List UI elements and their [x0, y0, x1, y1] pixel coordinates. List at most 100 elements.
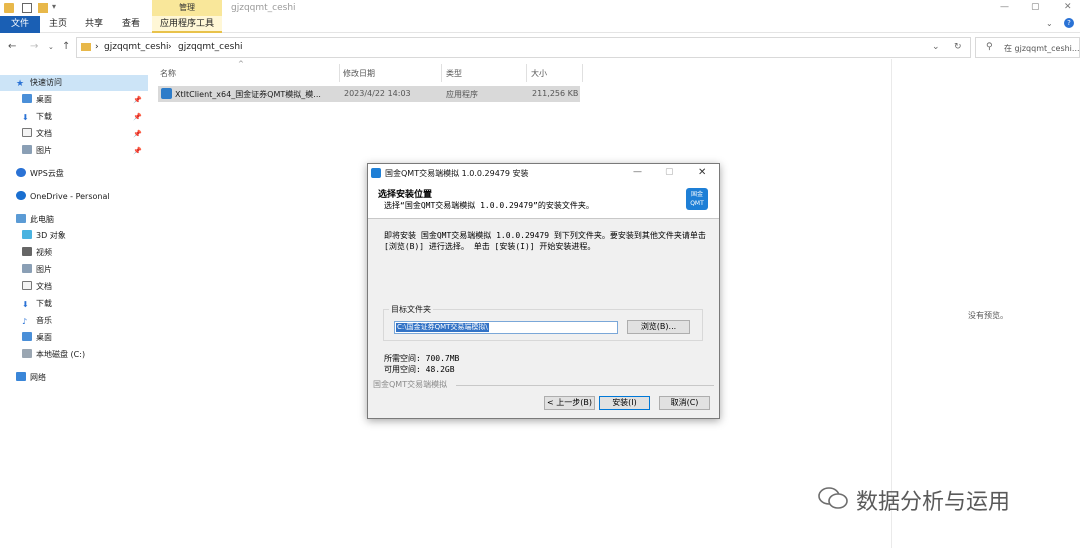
desktop-icon [22, 332, 32, 341]
nav-wps-cloud[interactable]: WPS云盘 [16, 166, 64, 182]
pin-icon[interactable]: 📌 [133, 126, 142, 142]
folder-icon[interactable] [4, 3, 14, 13]
recent-locations-icon[interactable]: ⌄ [48, 43, 54, 51]
tab-application-tools[interactable]: 应用程序工具 [152, 16, 222, 33]
up-icon[interactable]: ↑ [62, 41, 70, 52]
nav-label: 文档 [36, 282, 52, 291]
music-icon: ♪ [22, 317, 28, 326]
dialog-body-text: 即将安装 国金QMT交易端模拟 1.0.0.29479 到下列文件夹。要安装到其… [384, 231, 706, 251]
breadcrumb-separator: › [168, 42, 172, 52]
pin-icon[interactable]: 📌 [133, 109, 142, 125]
maximize-icon[interactable]: ▢ [1031, 2, 1040, 12]
nav-label: 3D 对象 [36, 231, 66, 240]
tab-home[interactable]: 主页 [44, 16, 72, 33]
address-bar[interactable]: › gjzqqmt_ceshi › gjzqqmt_ceshi ⌄ ↻ [76, 37, 971, 58]
minimize-icon[interactable]: — [1000, 2, 1009, 12]
collapse-ribbon-icon[interactable]: ⌄ [1046, 19, 1053, 28]
back-button[interactable]: < 上一步(B) [544, 396, 595, 410]
computer-icon [16, 214, 26, 223]
install-button[interactable]: 安装(I) [599, 396, 650, 410]
nav-network[interactable]: 网络 [16, 370, 46, 386]
pin-icon[interactable]: 📌 [133, 92, 142, 108]
network-icon [16, 372, 26, 381]
dialog-title: 国金QMT交易端模拟 1.0.0.29479 安装 [385, 169, 529, 178]
nav-item-pictures[interactable]: 图片 📌 [22, 143, 148, 159]
minimize-icon[interactable]: — [633, 167, 642, 177]
column-divider[interactable] [526, 64, 527, 82]
address-dropdown-icon[interactable]: ⌄ [932, 42, 940, 52]
navigation-pane: ★ 快速访问 桌面 📌 ⬇ 下载 📌 文档 📌 图片 📌 WPS云盘 OneDrive - … [0, 70, 148, 548]
dialog-title-bar: 国金QMT交易端模拟 1.0.0.29479 安装 — ▢ ✕ [368, 164, 719, 183]
nav-item-documents[interactable]: 文档 [22, 279, 52, 295]
forward-icon[interactable]: → [30, 41, 38, 52]
desktop-icon [22, 94, 32, 103]
nav-this-pc[interactable]: 此电脑 [16, 212, 54, 228]
tab-file[interactable]: 文件 [0, 16, 40, 33]
help-icon[interactable]: ? [1064, 18, 1074, 28]
browse-button[interactable]: 浏览(B)... [627, 320, 690, 334]
tab-view[interactable]: 查看 [117, 16, 145, 33]
breadcrumb-item[interactable]: gjzqqmt_ceshi [104, 42, 169, 52]
nav-item-pictures[interactable]: 图片 [22, 262, 52, 278]
column-divider[interactable] [441, 64, 442, 82]
column-name[interactable]: 名称 [160, 68, 176, 79]
column-size[interactable]: 大小 [531, 68, 547, 79]
tab-share[interactable]: 共享 [80, 16, 108, 33]
onedrive-icon [16, 191, 26, 200]
nav-label: 桌面 [36, 333, 52, 342]
nav-item-3d-objects[interactable]: 3D 对象 [22, 228, 66, 244]
nav-label: WPS云盘 [30, 169, 64, 178]
pictures-icon [22, 145, 32, 154]
nav-label: 桌面 [36, 95, 52, 104]
column-type[interactable]: 类型 [446, 68, 462, 79]
search-input[interactable]: 在 gjzqqmt_ceshi... [1004, 43, 1080, 54]
column-divider[interactable] [339, 64, 340, 82]
nav-item-documents[interactable]: 文档 📌 [22, 126, 148, 142]
divider [456, 385, 714, 386]
destination-path-value: C:\国金证券QMT交易端模拟\ [396, 323, 489, 332]
file-date: 2023/4/22 14:03 [344, 89, 411, 98]
customize-toolbar-icon[interactable]: ▾ [52, 2, 56, 11]
drive-icon [22, 349, 32, 358]
nav-label: 音乐 [36, 316, 52, 325]
column-date[interactable]: 修改日期 [343, 68, 375, 79]
pin-icon[interactable]: 📌 [133, 143, 142, 159]
refresh-icon[interactable]: ↻ [954, 42, 962, 52]
nav-label: 快速访问 [30, 78, 62, 87]
nav-item-downloads[interactable]: ⬇ 下载 📌 [22, 109, 148, 125]
nav-label: 文档 [36, 129, 52, 138]
nav-item-desktop[interactable]: 桌面 [22, 330, 52, 346]
back-icon[interactable]: ← [8, 41, 16, 52]
file-name: XtItClient_x64_国金证券QMT模拟_模... [175, 90, 321, 99]
address-row: ← → ⌄ ↑ › gjzqqmt_ceshi › gjzqqmt_ceshi … [0, 37, 1080, 59]
breadcrumb-item[interactable]: gjzqqmt_ceshi [178, 42, 243, 52]
download-icon: ⬇ [22, 113, 29, 122]
nav-item-desktop[interactable]: 桌面 📌 [22, 92, 148, 108]
new-folder-icon[interactable] [38, 3, 48, 13]
nav-onedrive[interactable]: OneDrive - Personal [16, 189, 110, 205]
close-icon[interactable]: ✕ [1064, 2, 1072, 12]
nav-item-music[interactable]: ♪ 音乐 [22, 313, 52, 329]
folder-icon [81, 43, 91, 51]
space-available: 可用空间: 48.2GB [384, 365, 455, 374]
file-type: 应用程序 [446, 90, 478, 99]
nav-quick-access[interactable]: ★ 快速访问 [0, 75, 148, 91]
nav-item-videos[interactable]: 视频 [22, 245, 52, 261]
nav-label: 下载 [36, 299, 52, 308]
destination-path-input[interactable]: C:\国金证券QMT交易端模拟\ [394, 321, 618, 334]
nav-item-local-disk[interactable]: 本地磁盘 (C:) [22, 347, 85, 363]
ribbon: 文件 主页 共享 查看 应用程序工具 ⌄ ? [0, 16, 1080, 33]
preview-divider[interactable] [891, 59, 892, 548]
properties-icon[interactable] [22, 3, 32, 13]
column-divider[interactable] [582, 64, 583, 82]
search-box[interactable]: ⚲ 在 gjzqqmt_ceshi... [975, 37, 1080, 58]
title-bar: ▾ 管理 gjzqqmt_ceshi — ▢ ✕ [0, 0, 1080, 16]
close-icon[interactable]: ✕ [698, 167, 706, 178]
file-row[interactable]: XtItClient_x64_国金证券QMT模拟_模... 2023/4/22 … [158, 86, 580, 102]
star-icon: ★ [16, 79, 25, 89]
cancel-button[interactable]: 取消(C) [659, 396, 710, 410]
sort-arrow-icon: ^ [238, 60, 244, 68]
brand-logo-icon: 国金 QMT [686, 188, 708, 210]
document-icon [22, 281, 32, 290]
nav-item-downloads[interactable]: ⬇ 下载 [22, 296, 52, 312]
